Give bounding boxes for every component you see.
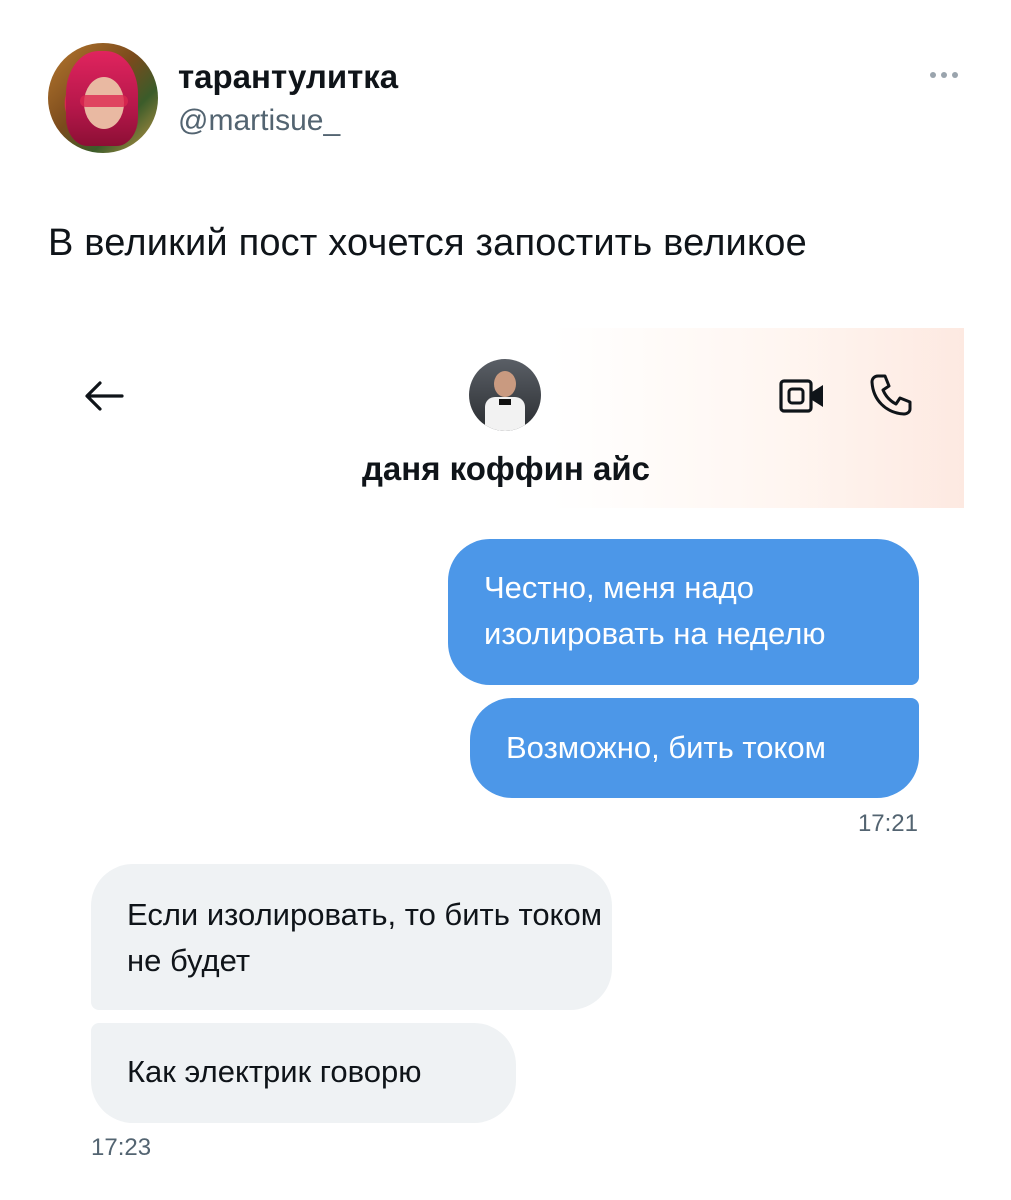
- dot: [930, 72, 936, 78]
- dot: [952, 72, 958, 78]
- avatar-head: [494, 371, 516, 397]
- message-bubble-outgoing: Возможно, бить током: [470, 698, 919, 798]
- contact-avatar: [469, 359, 541, 431]
- author-handle[interactable]: @martisue_: [178, 104, 340, 138]
- video-call-icon: [779, 379, 823, 413]
- more-dots-icon[interactable]: [920, 62, 968, 88]
- avatar-glasses: [80, 95, 128, 107]
- author-display-name[interactable]: тарантулитка: [178, 58, 398, 96]
- back-arrow-icon: [85, 381, 124, 411]
- contact-name: даня коффин айс: [361, 450, 651, 487]
- tweet-text: В великий пост хочется запостить великое: [48, 222, 807, 264]
- tweet-card: тарантулитка @martisue_ В великий пост х…: [0, 0, 1011, 1200]
- message-bubble-incoming: Как электрик говорю: [91, 1023, 516, 1123]
- avatar-bowtie: [499, 399, 511, 405]
- message-bubble-incoming: Если изолировать, то бить током не будет: [91, 864, 612, 1010]
- message-timestamp: 17:21: [857, 810, 918, 837]
- message-timestamp: 17:23: [91, 1134, 152, 1161]
- dot: [941, 72, 947, 78]
- author-avatar[interactable]: [48, 43, 158, 153]
- attached-chat-screenshot[interactable]: даня коффин айс Честно, меня надо изолир…: [48, 328, 964, 1178]
- phone-icon: [870, 374, 912, 416]
- message-bubble-outgoing: Честно, меня надо изолировать на неделю: [448, 539, 919, 685]
